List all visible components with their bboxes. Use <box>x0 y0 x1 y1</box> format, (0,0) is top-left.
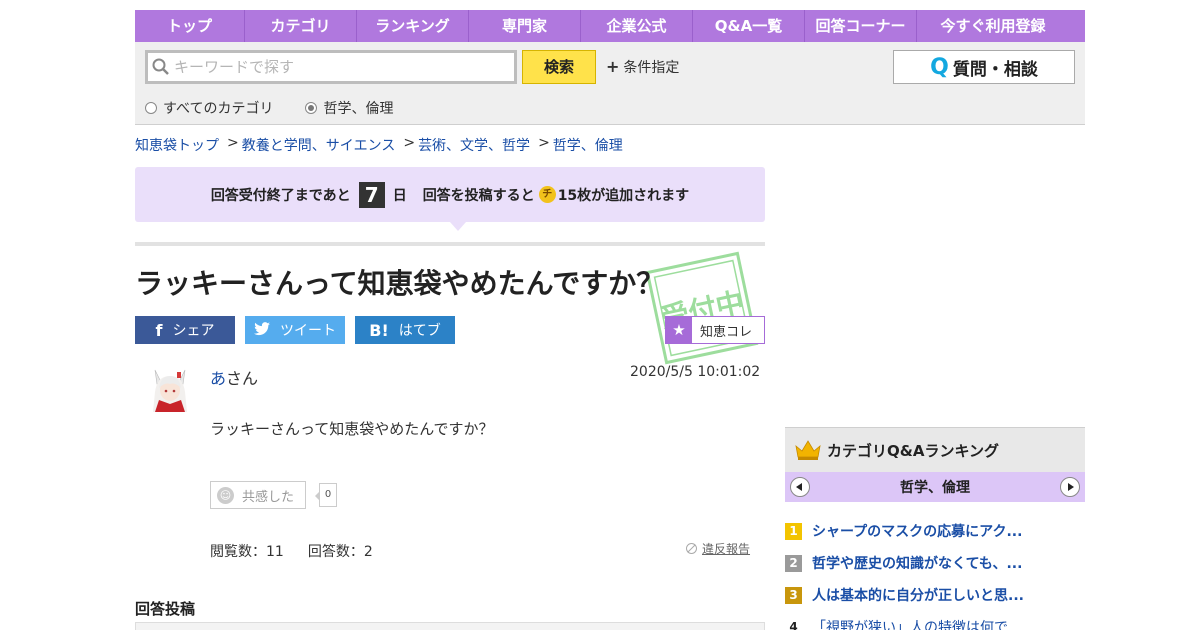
global-nav: トップ カテゴリ ランキング 専門家 企業公式 Q&A一覧 回答コーナー 今すぐ利用登録 <box>135 10 1085 42</box>
star-icon: ★ <box>666 317 692 343</box>
notice-text-mid: 回答を投稿すると <box>422 187 535 204</box>
twitter-icon <box>254 321 270 340</box>
nav-item[interactable]: Q&A一覧 <box>693 10 805 42</box>
radio-icon <box>145 102 157 114</box>
report-label: 違反報告 <box>702 542 751 556</box>
author-honorific: さん <box>226 369 259 388</box>
radio-all-categories[interactable]: すべてのカテゴリ <box>145 98 273 118</box>
notice-days-unit: 日 <box>392 187 407 204</box>
notice-text-after: 15枚が追加されます <box>557 187 690 204</box>
ranking-category-bar: 哲学、倫理 <box>785 472 1085 502</box>
plus-icon: + <box>606 57 620 76</box>
conditions-label: 条件指定 <box>623 60 680 76</box>
question-title: ラッキーさんって知恵袋やめたんですか？ <box>135 267 665 300</box>
rank-number: 3 <box>785 586 802 604</box>
nav-item[interactable]: 回答コーナー <box>805 10 917 42</box>
conditions-link[interactable]: + 条件指定 <box>606 57 679 77</box>
user-avatar[interactable] <box>145 362 195 412</box>
search-input[interactable] <box>174 58 504 76</box>
author-name-link[interactable]: あ <box>210 369 226 388</box>
breadcrumb-item[interactable]: 教養と学問、サイエンス <box>242 135 396 155</box>
nav-item[interactable]: トップ <box>135 10 245 42</box>
twitter-share-label: ツイート <box>280 323 336 339</box>
ranking-title: カテゴリQ&Aランキング <box>827 441 999 460</box>
breadcrumb-item[interactable]: 知恵袋トップ <box>135 135 219 155</box>
crown-icon <box>795 440 821 460</box>
facebook-share-button[interactable]: f シェア <box>135 316 235 344</box>
hatena-share-label: はてブ <box>398 323 441 339</box>
view-count: 閲覧数：11 <box>210 544 284 560</box>
hatena-bookmark-button[interactable]: B! はてブ <box>355 316 455 344</box>
ranking-category-label: 哲学、倫理 <box>900 480 970 496</box>
question-stats: 閲覧数：11 回答数：2 <box>210 541 373 561</box>
answer-form-panel[interactable] <box>135 622 765 630</box>
category-scope: すべてのカテゴリ 哲学、倫理 <box>145 98 425 118</box>
category-ranking-header: カテゴリQ&Aランキング <box>785 427 1085 472</box>
collection-label: 知恵コレ <box>700 324 753 340</box>
ranking-question-link[interactable]: 人は基本的に自分が正しいと思... <box>812 585 1024 605</box>
post-timestamp: 2020/5/5 10:01:02 <box>630 364 761 380</box>
ranking-item[interactable]: 3 人は基本的に自分が正しいと思... <box>785 579 1085 611</box>
breadcrumb-item[interactable]: 哲学、倫理 <box>553 135 623 155</box>
ranking-item[interactable]: 4 「視野が狭い」人の特徴は何で... <box>785 611 1085 630</box>
ranking-item[interactable]: 1 シャープのマスクの応募にアク... <box>785 515 1085 547</box>
chiebukuro-collection-button[interactable]: ★ 知恵コレ <box>665 316 765 344</box>
facebook-share-label: シェア <box>172 323 215 339</box>
radio-selected-icon <box>305 102 318 114</box>
search-box[interactable] <box>145 50 517 84</box>
breadcrumb-separator: > <box>403 135 416 151</box>
prohibited-icon <box>686 543 697 554</box>
ranking-question-link[interactable]: 「視野が狭い」人の特徴は何で... <box>812 617 1021 630</box>
radio-current-category[interactable]: 哲学、倫理 <box>305 98 393 118</box>
q-icon: Q <box>930 54 949 80</box>
radio-current-label: 哲学、倫理 <box>323 101 394 117</box>
ask-question-label: 質問・相談 <box>952 59 1038 80</box>
ranking-item[interactable]: 2 哲学や歴史の知識がなくても、... <box>785 547 1085 579</box>
next-category-icon[interactable] <box>1060 477 1080 497</box>
empathy-button[interactable]: ☺ 共感した <box>210 481 306 509</box>
radio-all-label: すべてのカテゴリ <box>163 101 274 117</box>
coin-icon: チ <box>538 186 556 203</box>
nav-item[interactable]: 今すぐ利用登録 <box>917 10 1069 42</box>
ranking-list: 1 シャープのマスクの応募にアク... 2 哲学や歴史の知識がなくても、... 3 人は基… <box>785 515 1085 630</box>
report-link[interactable]: 違反報告 <box>686 540 750 557</box>
breadcrumb-separator: > <box>538 135 550 151</box>
rank-number: 4 <box>789 619 798 630</box>
breadcrumb-item[interactable]: 芸術、文学、哲学 <box>418 135 530 155</box>
smile-icon: ☺ <box>217 486 234 504</box>
rank-number: 2 <box>785 554 802 572</box>
notice-pointer <box>450 222 466 231</box>
search-band: 検索 +条件指定 Q 質問・相談 すべてのカテゴリ 哲学、倫理 <box>135 42 1085 125</box>
ranking-question-link[interactable]: シャープのマスクの応募にアク... <box>812 521 1022 541</box>
prev-category-icon[interactable] <box>790 477 810 497</box>
breadcrumb-separator: > <box>227 135 239 151</box>
empathy-count: 0 <box>315 483 337 507</box>
notice-text-before: 回答受付終了まであと <box>210 187 351 204</box>
empathy-label: 共感した <box>242 489 295 505</box>
facebook-icon: f <box>155 320 163 340</box>
answer-section-title: 回答投稿 <box>135 600 196 618</box>
hatena-icon: B! <box>369 320 389 340</box>
nav-item[interactable]: 専門家 <box>469 10 581 42</box>
nav-item[interactable]: カテゴリ <box>245 10 357 42</box>
search-icon <box>148 53 174 81</box>
answer-deadline-notice: 回答受付終了まであと 7 日 回答を投稿すると チ 15枚が追加されます <box>135 167 765 222</box>
days-remaining: 7 <box>358 181 385 208</box>
breadcrumb: 知恵袋トップ > 教養と学問、サイエンス > 芸術、文学、哲学 > 哲学、倫理 <box>135 135 623 155</box>
question-author: あさん <box>210 365 258 389</box>
page: トップカテゴリランキング専門家企業公式Q&A一覧回答コーナー今すぐ利用登録 検索… <box>0 0 1200 630</box>
nav-item[interactable]: 企業公式 <box>581 10 693 42</box>
nav-item[interactable]: ランキング <box>357 10 469 42</box>
search-button[interactable]: 検索 <box>522 50 596 84</box>
divider <box>135 242 765 246</box>
question-body: ラッキーさんって知恵袋やめたんですか？ <box>210 420 494 438</box>
twitter-share-button[interactable]: ツイート <box>245 316 345 344</box>
ask-question-button[interactable]: Q 質問・相談 <box>893 50 1075 84</box>
rank-number: 1 <box>785 522 802 540</box>
ranking-question-link[interactable]: 哲学や歴史の知識がなくても、... <box>812 553 1022 573</box>
answer-count: 回答数：2 <box>307 544 373 560</box>
